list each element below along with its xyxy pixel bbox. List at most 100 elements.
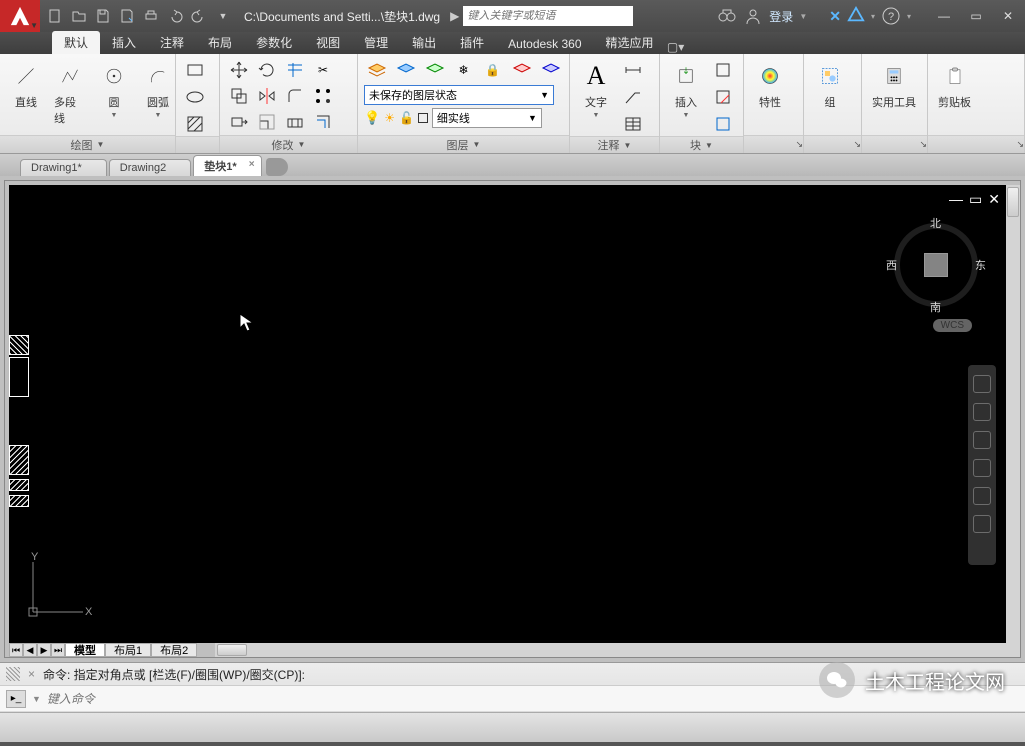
panel-draw-title[interactable]: 绘图▼ — [0, 135, 175, 153]
help-icon[interactable]: ? — [881, 6, 901, 26]
layer-props-icon[interactable] — [364, 58, 389, 82]
doc-tab-active[interactable]: 垫块1*× — [193, 155, 261, 176]
layer-states-icon[interactable] — [393, 58, 418, 82]
tab-nav-last[interactable]: ⏭ — [51, 643, 65, 657]
group-button[interactable]: 组 — [810, 58, 850, 112]
saveas-icon[interactable] — [116, 5, 138, 27]
app-logo[interactable]: ▼ — [0, 0, 40, 32]
ribbon-tab-default[interactable]: 默认 — [52, 31, 100, 54]
layout-tab-1[interactable]: 布局1 — [105, 643, 151, 657]
bulb-icon[interactable]: 💡 — [364, 110, 380, 126]
sun-icon[interactable]: ☀ — [384, 111, 395, 125]
panel-launcher-icon[interactable]: ↘ — [919, 139, 927, 150]
cmd-prompt-icon[interactable]: ▸_ — [6, 690, 26, 708]
dw-restore[interactable]: ▭ — [969, 191, 982, 208]
cmd-recent[interactable]: ▼ — [32, 694, 41, 704]
search-input[interactable] — [467, 10, 629, 22]
extend-icon[interactable]: ✂ — [310, 58, 336, 82]
layer-freeze-icon[interactable]: ❄ — [451, 58, 476, 82]
stretch-icon[interactable] — [226, 110, 252, 134]
wcs-badge[interactable]: WCS — [933, 319, 972, 332]
ribbon-tab-output[interactable]: 输出 — [400, 31, 448, 54]
save-icon[interactable] — [92, 5, 114, 27]
layout-tab-model[interactable]: 模型 — [65, 643, 105, 657]
ribbon-tab-more[interactable]: ▢▾ — [666, 40, 686, 54]
scale-icon[interactable] — [254, 110, 280, 134]
panel-layer-title[interactable]: 图层▼ — [358, 135, 569, 153]
polyline-button[interactable]: 多段线 — [50, 58, 90, 128]
panel-annotate-title[interactable]: 注释▼ — [570, 136, 659, 153]
open-icon[interactable] — [68, 5, 90, 27]
clipboard-button[interactable]: 剪贴板 — [934, 58, 975, 112]
line-button[interactable]: 直线 — [6, 58, 46, 112]
dim-linear-icon[interactable] — [620, 58, 646, 82]
qat-more-icon[interactable]: ▼ — [212, 5, 234, 27]
panel-launcher-icon[interactable]: ↘ — [1016, 139, 1024, 150]
tab-nav-first[interactable]: ⏮ — [9, 643, 23, 657]
ribbon-tab-param[interactable]: 参数化 — [244, 31, 304, 54]
dw-minimize[interactable]: — — [949, 191, 963, 208]
maximize-button[interactable]: ▭ — [963, 7, 989, 25]
ribbon-tab-annotate[interactable]: 注释 — [148, 31, 196, 54]
layer-off-icon[interactable] — [509, 58, 534, 82]
new-tab-button[interactable] — [266, 158, 288, 176]
ribbon-tab-insert[interactable]: 插入 — [100, 31, 148, 54]
tab-nav-next[interactable]: ▶ — [37, 643, 51, 657]
insert-button[interactable]: 插入▼ — [666, 58, 706, 121]
table-icon[interactable] — [620, 112, 646, 136]
ribbon-tab-addin[interactable]: 插件 — [448, 31, 496, 54]
cmd-grip[interactable] — [6, 667, 20, 681]
redo-icon[interactable] — [188, 5, 210, 27]
array-icon[interactable] — [310, 84, 336, 108]
ribbon-tab-a360[interactable]: Autodesk 360 — [496, 34, 593, 54]
leader-icon[interactable] — [620, 85, 646, 109]
login-link[interactable]: 登录 — [769, 8, 793, 25]
layer-lock-icon[interactable]: 🔒 — [480, 58, 505, 82]
attr-icon[interactable] — [710, 112, 736, 136]
text-button[interactable]: A文字▼ — [576, 58, 616, 121]
offset-icon[interactable] — [310, 110, 336, 134]
a360-icon[interactable] — [847, 6, 865, 27]
panel-modify-title[interactable]: 修改▼ — [220, 135, 357, 153]
fillet-icon[interactable] — [282, 84, 308, 108]
vertical-scrollbar[interactable] — [1006, 185, 1020, 643]
layer-state-combo[interactable]: 未保存的图层状态▼ — [364, 85, 554, 105]
status-bar[interactable] — [0, 712, 1025, 742]
create-block-icon[interactable] — [710, 58, 736, 82]
navigation-bar[interactable] — [968, 365, 996, 565]
cmd-close-icon[interactable]: × — [28, 667, 35, 681]
ellipse-icon[interactable] — [182, 85, 208, 109]
doc-tab[interactable]: Drawing2 — [109, 159, 191, 176]
drawing-canvas[interactable]: — ▭ ✕ 北 南 西 东 WCS YX — [9, 185, 1006, 643]
new-icon[interactable] — [44, 5, 66, 27]
view-cube[interactable]: 北 南 西 东 — [886, 215, 986, 315]
circle-button[interactable]: 圆▼ — [94, 58, 134, 121]
ribbon-tab-layout[interactable]: 布局 — [196, 31, 244, 54]
doc-tab[interactable]: Drawing1* — [20, 159, 107, 176]
search-box[interactable] — [463, 6, 633, 26]
horizontal-scrollbar[interactable] — [215, 643, 1006, 657]
binoculars-icon[interactable] — [717, 6, 737, 26]
ribbon-tab-featured[interactable]: 精选应用 — [594, 31, 666, 54]
ribbon-tab-view[interactable]: 视图 — [304, 31, 352, 54]
dw-close[interactable]: ✕ — [988, 191, 1000, 208]
trim-icon[interactable] — [282, 58, 308, 82]
tab-nav-prev[interactable]: ◀ — [23, 643, 37, 657]
print-icon[interactable] — [140, 5, 162, 27]
close-icon[interactable]: × — [249, 159, 255, 170]
hatch-icon[interactable] — [182, 112, 208, 136]
arc-button[interactable]: 圆弧▼ — [138, 58, 178, 121]
utilities-button[interactable]: 实用工具 — [868, 58, 920, 112]
layout-tab-2[interactable]: 布局2 — [151, 643, 197, 657]
undo-icon[interactable] — [164, 5, 186, 27]
exchange-icon[interactable]: ✕ — [829, 8, 841, 25]
layer-combo[interactable]: 细实线▼ — [432, 108, 542, 128]
move-icon[interactable] — [226, 58, 252, 82]
panel-block-title[interactable]: 块▼ — [660, 136, 743, 153]
ribbon-tab-manage[interactable]: 管理 — [352, 31, 400, 54]
properties-button[interactable]: 特性 — [750, 58, 790, 112]
copy-icon[interactable] — [226, 84, 252, 108]
lock-icon[interactable]: 🔓 — [399, 111, 414, 125]
close-button[interactable]: ✕ — [995, 7, 1021, 25]
minimize-button[interactable]: — — [931, 7, 957, 25]
